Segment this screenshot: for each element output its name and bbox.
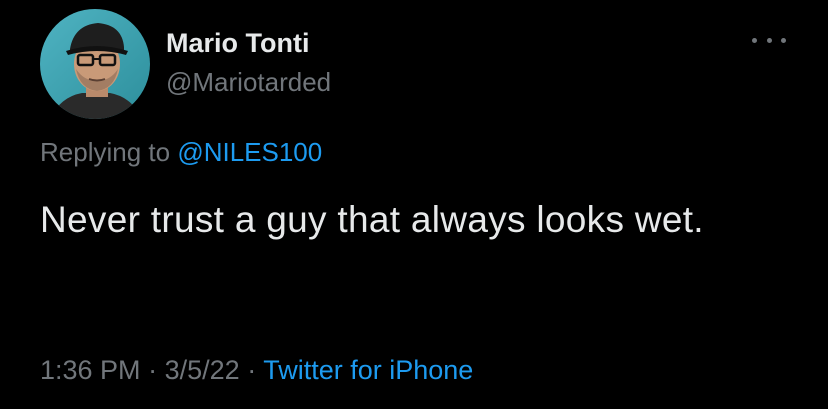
more-horizontal-icon	[752, 37, 757, 43]
more-options-button[interactable]	[752, 30, 786, 50]
replying-to: Replying to @NILES100	[40, 137, 322, 168]
replying-to-handle-link[interactable]: @NILES100	[177, 137, 322, 167]
tweet-date[interactable]: 3/5/22	[165, 355, 240, 385]
author-name[interactable]: Mario Tonti	[166, 28, 309, 59]
author-handle[interactable]: @Mariotarded	[166, 67, 331, 98]
avatar[interactable]	[40, 9, 150, 119]
replying-to-label: Replying to	[40, 137, 171, 167]
tweet-text: Never trust a guy that always looks wet.	[40, 199, 704, 240]
separator: ·	[148, 355, 158, 385]
avatar-photo	[40, 9, 150, 119]
separator: ·	[247, 355, 257, 385]
tweet-source-link[interactable]: Twitter for iPhone	[263, 355, 473, 385]
more-horizontal-icon-dot	[766, 37, 772, 43]
tweet-metadata: 1:36 PM · 3/5/22 · Twitter for iPhone	[40, 355, 473, 386]
tweet-time[interactable]: 1:36 PM	[40, 355, 141, 385]
more-horizontal-icon-dot	[781, 37, 786, 43]
tweet: Mario Tonti @Mariotarded Replying to @NI…	[0, 0, 828, 409]
